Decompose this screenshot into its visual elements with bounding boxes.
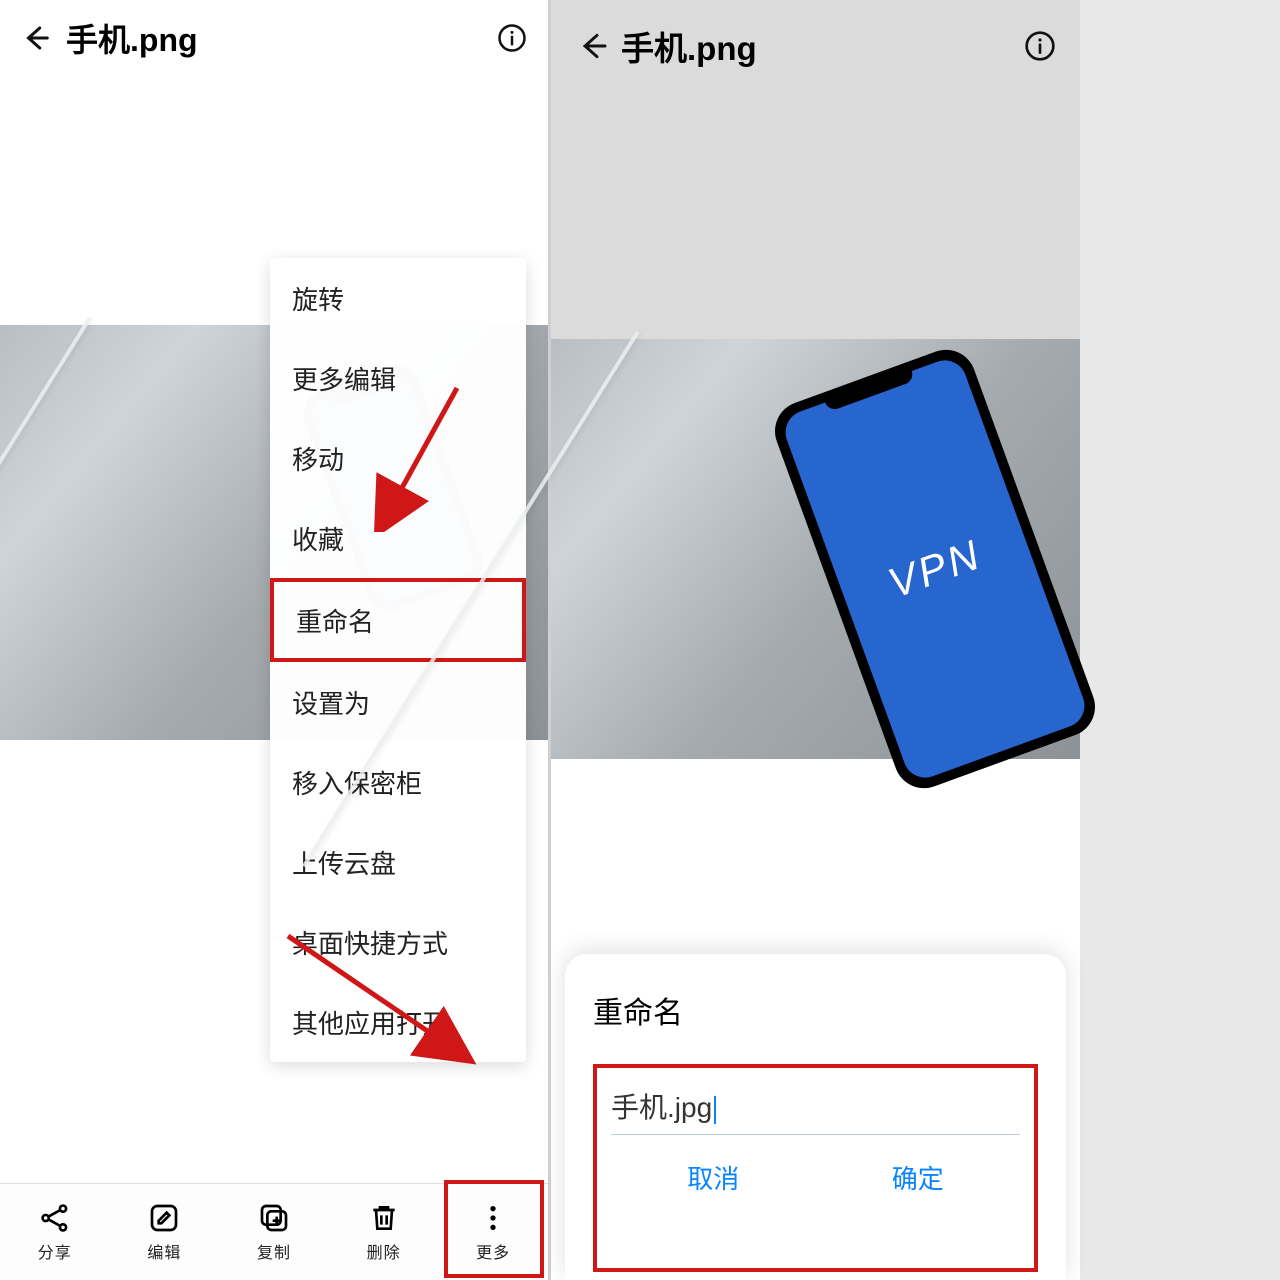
info-button[interactable] xyxy=(1018,24,1062,68)
image-preview[interactable]: VPN xyxy=(551,339,1080,759)
edit-icon xyxy=(148,1201,180,1235)
menu-item-move[interactable]: 移动 xyxy=(270,418,526,498)
rename-input[interactable]: 手机.jpg xyxy=(611,1086,1020,1135)
text-caret xyxy=(714,1096,716,1124)
toolbar-label: 分享 xyxy=(38,1239,72,1263)
menu-item-rotate[interactable]: 旋转 xyxy=(270,258,526,338)
right-screen: 手机.png VPN 重命名 手机.jpg 取消 确定 xyxy=(551,0,1080,1280)
share-icon xyxy=(39,1201,71,1235)
more-menu: 旋转 更多编辑 移动 收藏 重命名 设置为 移入保密柜 上传云盘 桌面快捷方式 … xyxy=(270,258,526,1062)
rename-dialog: 重命名 手机.jpg 取消 确定 xyxy=(565,954,1066,1280)
delete-icon xyxy=(368,1201,400,1235)
delete-button[interactable]: 删除 xyxy=(329,1184,439,1280)
info-button[interactable] xyxy=(490,16,534,60)
menu-item-rename[interactable]: 重命名 xyxy=(270,578,526,662)
toolbar-label: 删除 xyxy=(367,1239,401,1263)
input-value: 手机.jpg xyxy=(611,1092,712,1123)
phone-illustration: VPN xyxy=(767,341,1104,796)
menu-item-open-with[interactable]: 其他应用打开 xyxy=(270,982,526,1062)
laptop-edge xyxy=(0,317,91,847)
menu-item-set-as[interactable]: 设置为 xyxy=(270,662,526,742)
toolbar-label: 编辑 xyxy=(147,1239,181,1263)
left-screen: 手机.png 旋转 更多编辑 移动 收藏 重命名 设置为 移入保密柜 上传云盘 … xyxy=(0,0,551,1280)
copy-icon xyxy=(258,1201,290,1235)
back-button[interactable] xyxy=(14,16,58,60)
vpn-label: VPN xyxy=(882,530,988,608)
annotation-highlight: 手机.jpg 取消 确定 xyxy=(593,1064,1038,1272)
dialog-title: 重命名 xyxy=(593,988,1038,1032)
menu-item-move-safe[interactable]: 移入保密柜 xyxy=(270,742,526,822)
edit-button[interactable]: 编辑 xyxy=(110,1184,220,1280)
confirm-button[interactable]: 确定 xyxy=(862,1147,974,1208)
share-button[interactable]: 分享 xyxy=(0,1184,110,1280)
back-button[interactable] xyxy=(571,24,615,68)
header: 手机.png xyxy=(0,0,548,76)
copy-button[interactable]: 复制 xyxy=(219,1184,329,1280)
annotation-highlight xyxy=(444,1180,544,1278)
file-title: 手机.png xyxy=(66,15,198,61)
file-title: 手机.png xyxy=(621,22,757,70)
bottom-toolbar: 分享 编辑 复制 删除 xyxy=(0,1183,548,1280)
menu-item-more-edit[interactable]: 更多编辑 xyxy=(270,338,526,418)
header: 手机.png xyxy=(551,0,1080,92)
cancel-button[interactable]: 取消 xyxy=(657,1147,769,1208)
toolbar-label: 复制 xyxy=(257,1239,291,1263)
menu-item-shortcut[interactable]: 桌面快捷方式 xyxy=(270,902,526,982)
